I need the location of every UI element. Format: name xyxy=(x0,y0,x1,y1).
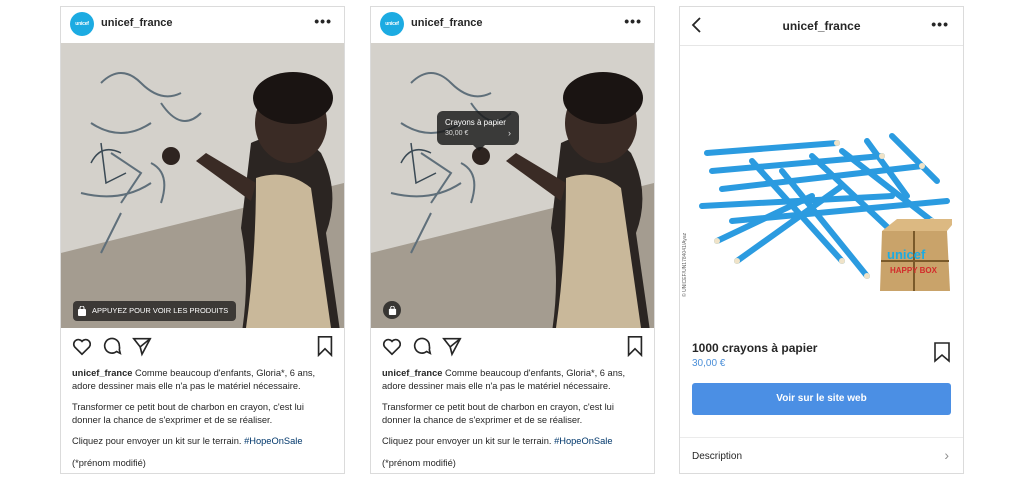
view-on-website-button[interactable]: Voir sur le site web xyxy=(692,383,951,415)
post-username[interactable]: unicef_france xyxy=(411,17,483,29)
share-direct-icon[interactable] xyxy=(441,335,463,357)
caption-text-4: (*prénom modifié) xyxy=(72,457,146,468)
chevron-right-icon: › xyxy=(508,128,511,138)
post-photo-image xyxy=(61,43,344,328)
post-username[interactable]: unicef_france xyxy=(101,17,173,29)
divider xyxy=(680,437,963,438)
hashtag-link[interactable]: #HopeOnSale xyxy=(244,436,302,446)
product-tag-title: Crayons à papier xyxy=(445,118,506,127)
comment-icon[interactable] xyxy=(101,335,123,357)
post-photo-image xyxy=(371,43,654,328)
more-options-icon[interactable]: ••• xyxy=(931,16,949,32)
photo-credit: © UNICEF/UN1784041/Ayaz xyxy=(682,232,688,297)
comment-icon[interactable] xyxy=(411,335,433,357)
post-card-1: unicef unicef_france ••• APPUYEZ POUR VO… xyxy=(60,6,345,474)
shopping-bag-icon xyxy=(388,305,396,315)
product-header: unicef_france ••• xyxy=(680,7,963,46)
like-heart-icon[interactable] xyxy=(71,335,93,357)
caption-text-3: Cliquez pour envoyer un kit sur le terra… xyxy=(382,436,555,446)
post-header: unicef unicef_france ••• xyxy=(371,7,654,43)
product-page: unicef_france ••• unicef HAPPY BOX © UNI… xyxy=(679,6,964,474)
shopping-bag-button[interactable] xyxy=(383,301,401,319)
box-brand-text: unicef xyxy=(887,247,926,262)
save-bookmark-icon[interactable] xyxy=(933,341,951,363)
post-photo[interactable]: APPUYEZ POUR VOIR LES PRODUITS xyxy=(61,43,344,328)
post-actions xyxy=(371,333,654,361)
chevron-right-icon[interactable]: › xyxy=(944,447,949,463)
shopping-bag-icon xyxy=(78,306,86,316)
more-options-icon[interactable]: ••• xyxy=(314,13,332,29)
post-caption: unicef_france Comme beaucoup d'enfants, … xyxy=(72,367,334,478)
caption-username[interactable]: unicef_france xyxy=(382,368,442,378)
save-bookmark-icon[interactable] xyxy=(314,335,336,357)
caption-text-2: Transformer ce petit bout de charbon en … xyxy=(382,402,614,425)
product-image[interactable]: unicef HAPPY BOX xyxy=(692,101,957,301)
description-row[interactable]: Description xyxy=(692,451,742,462)
product-tag-price: 30,00 € xyxy=(445,130,469,137)
avatar[interactable]: unicef xyxy=(70,12,94,36)
post-header: unicef unicef_france ••• xyxy=(61,7,344,43)
box-line-text: HAPPY BOX xyxy=(890,266,938,275)
view-products-label: APPUYEZ POUR VOIR LES PRODUITS xyxy=(92,306,229,315)
product-header-username[interactable]: unicef_france xyxy=(680,19,963,33)
save-bookmark-icon[interactable] xyxy=(624,335,646,357)
post-caption: unicef_france Comme beaucoup d'enfants, … xyxy=(382,367,644,478)
caption-username[interactable]: unicef_france xyxy=(72,368,132,378)
caption-text-2: Transformer ce petit bout de charbon en … xyxy=(72,402,304,425)
hashtag-link[interactable]: #HopeOnSale xyxy=(554,436,612,446)
product-photo: unicef HAPPY BOX xyxy=(692,101,957,301)
post-actions xyxy=(61,333,344,361)
caption-text-3: Cliquez pour envoyer un kit sur le terra… xyxy=(72,436,245,446)
post-card-2: unicef unicef_france ••• Crayons à papie… xyxy=(370,6,655,474)
share-direct-icon[interactable] xyxy=(131,335,153,357)
avatar[interactable]: unicef xyxy=(380,12,404,36)
more-options-icon[interactable]: ••• xyxy=(624,13,642,29)
product-tag[interactable]: Crayons à papier 30,00 € › xyxy=(437,111,519,151)
view-products-button[interactable]: APPUYEZ POUR VOIR LES PRODUITS xyxy=(73,301,237,321)
tag-pointer xyxy=(473,145,485,151)
like-heart-icon[interactable] xyxy=(381,335,403,357)
post-photo[interactable]: Crayons à papier 30,00 € › xyxy=(371,43,654,328)
product-price: 30,00 € xyxy=(692,358,726,369)
caption-text-4: (*prénom modifié) xyxy=(382,457,456,468)
product-name: 1000 crayons à papier xyxy=(692,341,818,355)
